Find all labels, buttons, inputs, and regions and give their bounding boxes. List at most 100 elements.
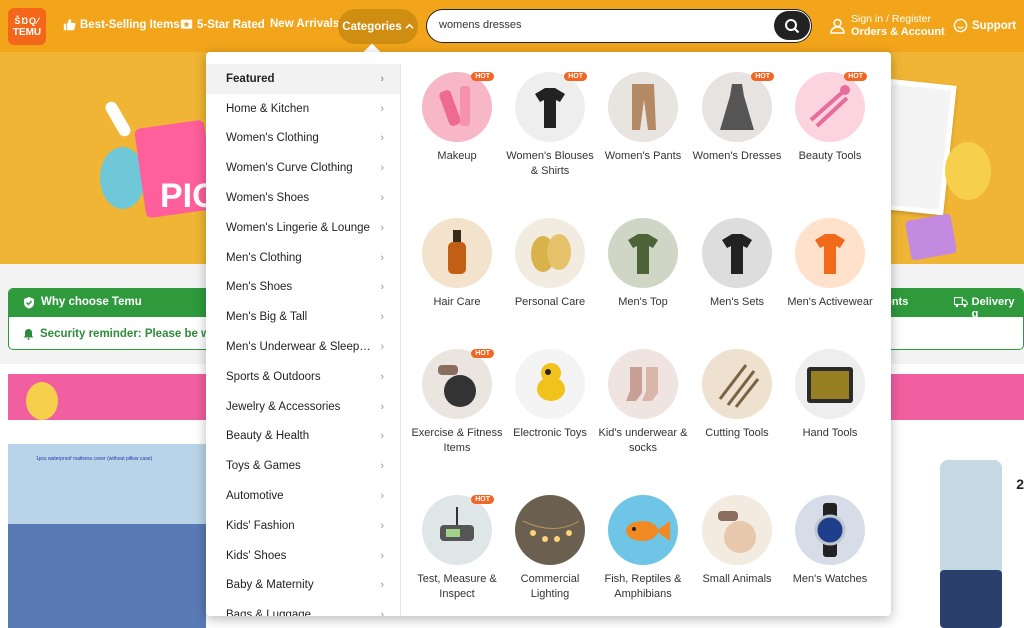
category-item[interactable]: Men's Clothing › bbox=[206, 243, 400, 273]
category-label: Men's Big & Tall bbox=[226, 311, 308, 324]
subcategory-image-wrap bbox=[702, 349, 772, 419]
chevron-right-icon: › bbox=[380, 549, 384, 562]
category-item[interactable]: Kids' Shoes › bbox=[206, 541, 400, 571]
subcategory-item[interactable]: Men's Watches bbox=[784, 495, 876, 587]
category-item[interactable]: Beauty & Health › bbox=[206, 422, 400, 452]
nav-five-star[interactable]: 5-Star Rated bbox=[180, 18, 265, 31]
subcategory-image-wrap: HOT bbox=[422, 349, 494, 419]
nav-new-arrivals[interactable]: New Arrivals bbox=[270, 18, 339, 30]
category-item[interactable]: Toys & Games › bbox=[206, 451, 400, 481]
search-icon bbox=[785, 18, 800, 33]
category-item[interactable]: Home & Kitchen › bbox=[206, 94, 400, 124]
subcategory-item[interactable]: Small Animals bbox=[691, 495, 783, 587]
chevron-right-icon: › bbox=[380, 579, 384, 592]
category-item[interactable]: Sports & Outdoors › bbox=[206, 362, 400, 392]
temu-logo[interactable]: ŠŊQ⁄ TEMU bbox=[8, 8, 46, 45]
subcategory-image bbox=[702, 495, 772, 565]
subcategory-item[interactable]: Women's Pants bbox=[597, 72, 689, 164]
chevron-right-icon: › bbox=[380, 609, 384, 616]
category-item[interactable]: Women's Shoes › bbox=[206, 183, 400, 213]
product-card[interactable]: 1pcs waterproof mattress cover (without … bbox=[8, 444, 206, 628]
nav-best-selling[interactable]: Best-Selling Items bbox=[63, 18, 180, 31]
subcategory-image bbox=[422, 495, 492, 565]
logo-mark: ŠŊQ⁄ bbox=[14, 16, 40, 26]
subcategory-label: Men's Watches bbox=[792, 573, 868, 585]
security-reminder[interactable]: Security reminder: Please be wa bbox=[23, 328, 216, 340]
category-item[interactable]: Featured › bbox=[206, 64, 400, 94]
category-item[interactable]: Jewelry & Accessories › bbox=[206, 392, 400, 422]
chevron-right-icon: › bbox=[380, 311, 384, 324]
categories-button[interactable]: Categories bbox=[338, 9, 418, 44]
subcategory-item[interactable]: Men's Top bbox=[597, 218, 689, 310]
chevron-right-icon: › bbox=[380, 102, 384, 115]
category-label: Home & Kitchen bbox=[226, 102, 310, 115]
subcategory-image-wrap bbox=[515, 495, 585, 565]
subcategory-item[interactable]: Commercial Lighting bbox=[504, 495, 596, 601]
subcategory-image-wrap: HOT bbox=[422, 495, 494, 565]
category-item[interactable]: Automotive › bbox=[206, 481, 400, 511]
chevron-right-icon: › bbox=[380, 281, 384, 294]
category-item[interactable]: Men's Big & Tall › bbox=[206, 302, 400, 332]
subcategory-image-wrap bbox=[795, 495, 865, 565]
subcategory-item[interactable]: Cutting Tools bbox=[691, 349, 783, 441]
subcategory-image bbox=[515, 349, 585, 419]
subcategory-item[interactable]: HOT Women's Blouses & Shirts bbox=[504, 72, 596, 178]
subcategory-image bbox=[608, 495, 678, 565]
subcategory-item[interactable]: Hair Care bbox=[411, 218, 503, 310]
account-menu[interactable]: Sign in / Register Orders & Account bbox=[830, 13, 945, 39]
subcategory-image-wrap bbox=[608, 218, 678, 288]
category-item[interactable]: Women's Clothing › bbox=[206, 124, 400, 154]
subcategory-item[interactable]: HOT Women's Dresses bbox=[691, 72, 783, 164]
subcategory-item[interactable]: Men's Activewear bbox=[784, 218, 876, 310]
search-button[interactable] bbox=[774, 11, 810, 40]
subcategory-image bbox=[608, 349, 678, 419]
subcategory-image-wrap bbox=[608, 349, 678, 419]
subcategory-item[interactable]: Electronic Toys bbox=[504, 349, 596, 441]
subcategory-item[interactable]: Fish, Reptiles & Amphibians bbox=[597, 495, 689, 601]
delivery-guarantee-link[interactable]: Delivery g bbox=[954, 296, 1023, 320]
subcategory-image bbox=[702, 218, 772, 288]
subcategory-label: Personal Care bbox=[514, 296, 586, 308]
subcategory-item[interactable]: Personal Care bbox=[504, 218, 596, 310]
category-label: Kids' Shoes bbox=[226, 549, 287, 562]
category-item[interactable]: Men's Shoes › bbox=[206, 273, 400, 303]
category-item[interactable]: Men's Underwear & Sleepwear › bbox=[206, 332, 400, 362]
search-bar[interactable]: womens dresses bbox=[426, 9, 812, 43]
blender-product-image bbox=[940, 460, 1002, 628]
subcategory-item[interactable]: Men's Sets bbox=[691, 218, 783, 310]
subcategory-item[interactable]: HOT Test, Measure & Inspect bbox=[411, 495, 503, 601]
categories-label: Categories bbox=[342, 20, 402, 33]
subcategory-image bbox=[422, 72, 492, 142]
subcategory-item[interactable]: Hand Tools bbox=[784, 349, 876, 441]
subcategory-item[interactable]: HOT Exercise & Fitness Items bbox=[411, 349, 503, 455]
category-label: Jewelry & Accessories bbox=[226, 400, 341, 413]
category-label: Men's Underwear & Sleepwear bbox=[226, 341, 376, 354]
subcategory-label: Women's Pants bbox=[604, 150, 682, 162]
search-input[interactable]: womens dresses bbox=[439, 19, 522, 31]
category-item[interactable]: Baby & Maternity › bbox=[206, 571, 400, 601]
top-navigation-bar: ŠŊQ⁄ TEMU Best-Selling Items 5-Star Rate… bbox=[0, 0, 1024, 52]
subcategory-item[interactable]: HOT Makeup bbox=[411, 72, 503, 164]
category-item[interactable]: Bags & Luggage › bbox=[206, 600, 400, 616]
category-item[interactable]: Women's Lingerie & Lounge › bbox=[206, 213, 400, 243]
subcategory-image-wrap: HOT bbox=[515, 72, 587, 142]
subcategory-item[interactable]: HOT Beauty Tools bbox=[784, 72, 876, 164]
subcategory-image-wrap bbox=[608, 495, 678, 565]
subcategory-item[interactable]: Kid's underwear & socks bbox=[597, 349, 689, 455]
support-link[interactable]: Support bbox=[953, 18, 1016, 33]
delivery-label: Delivery g bbox=[971, 296, 1015, 320]
subcategory-label: Hand Tools bbox=[802, 427, 858, 439]
easter-egg-decoration bbox=[945, 142, 991, 200]
category-label: Men's Shoes bbox=[226, 281, 293, 294]
category-item[interactable]: Kids' Fashion › bbox=[206, 511, 400, 541]
shield-check-icon bbox=[24, 297, 34, 309]
subcategory-image-wrap bbox=[515, 218, 585, 288]
chevron-right-icon: › bbox=[380, 72, 384, 85]
subcategory-image-wrap: HOT bbox=[422, 72, 494, 142]
category-item[interactable]: Women's Curve Clothing › bbox=[206, 153, 400, 183]
chevron-right-icon: › bbox=[380, 162, 384, 175]
subcategory-image bbox=[422, 349, 492, 419]
chevron-right-icon: › bbox=[380, 192, 384, 205]
category-list: Featured › Home & Kitchen › Women's Clothing… bbox=[206, 64, 400, 616]
bunny-ear-decoration bbox=[103, 99, 133, 139]
